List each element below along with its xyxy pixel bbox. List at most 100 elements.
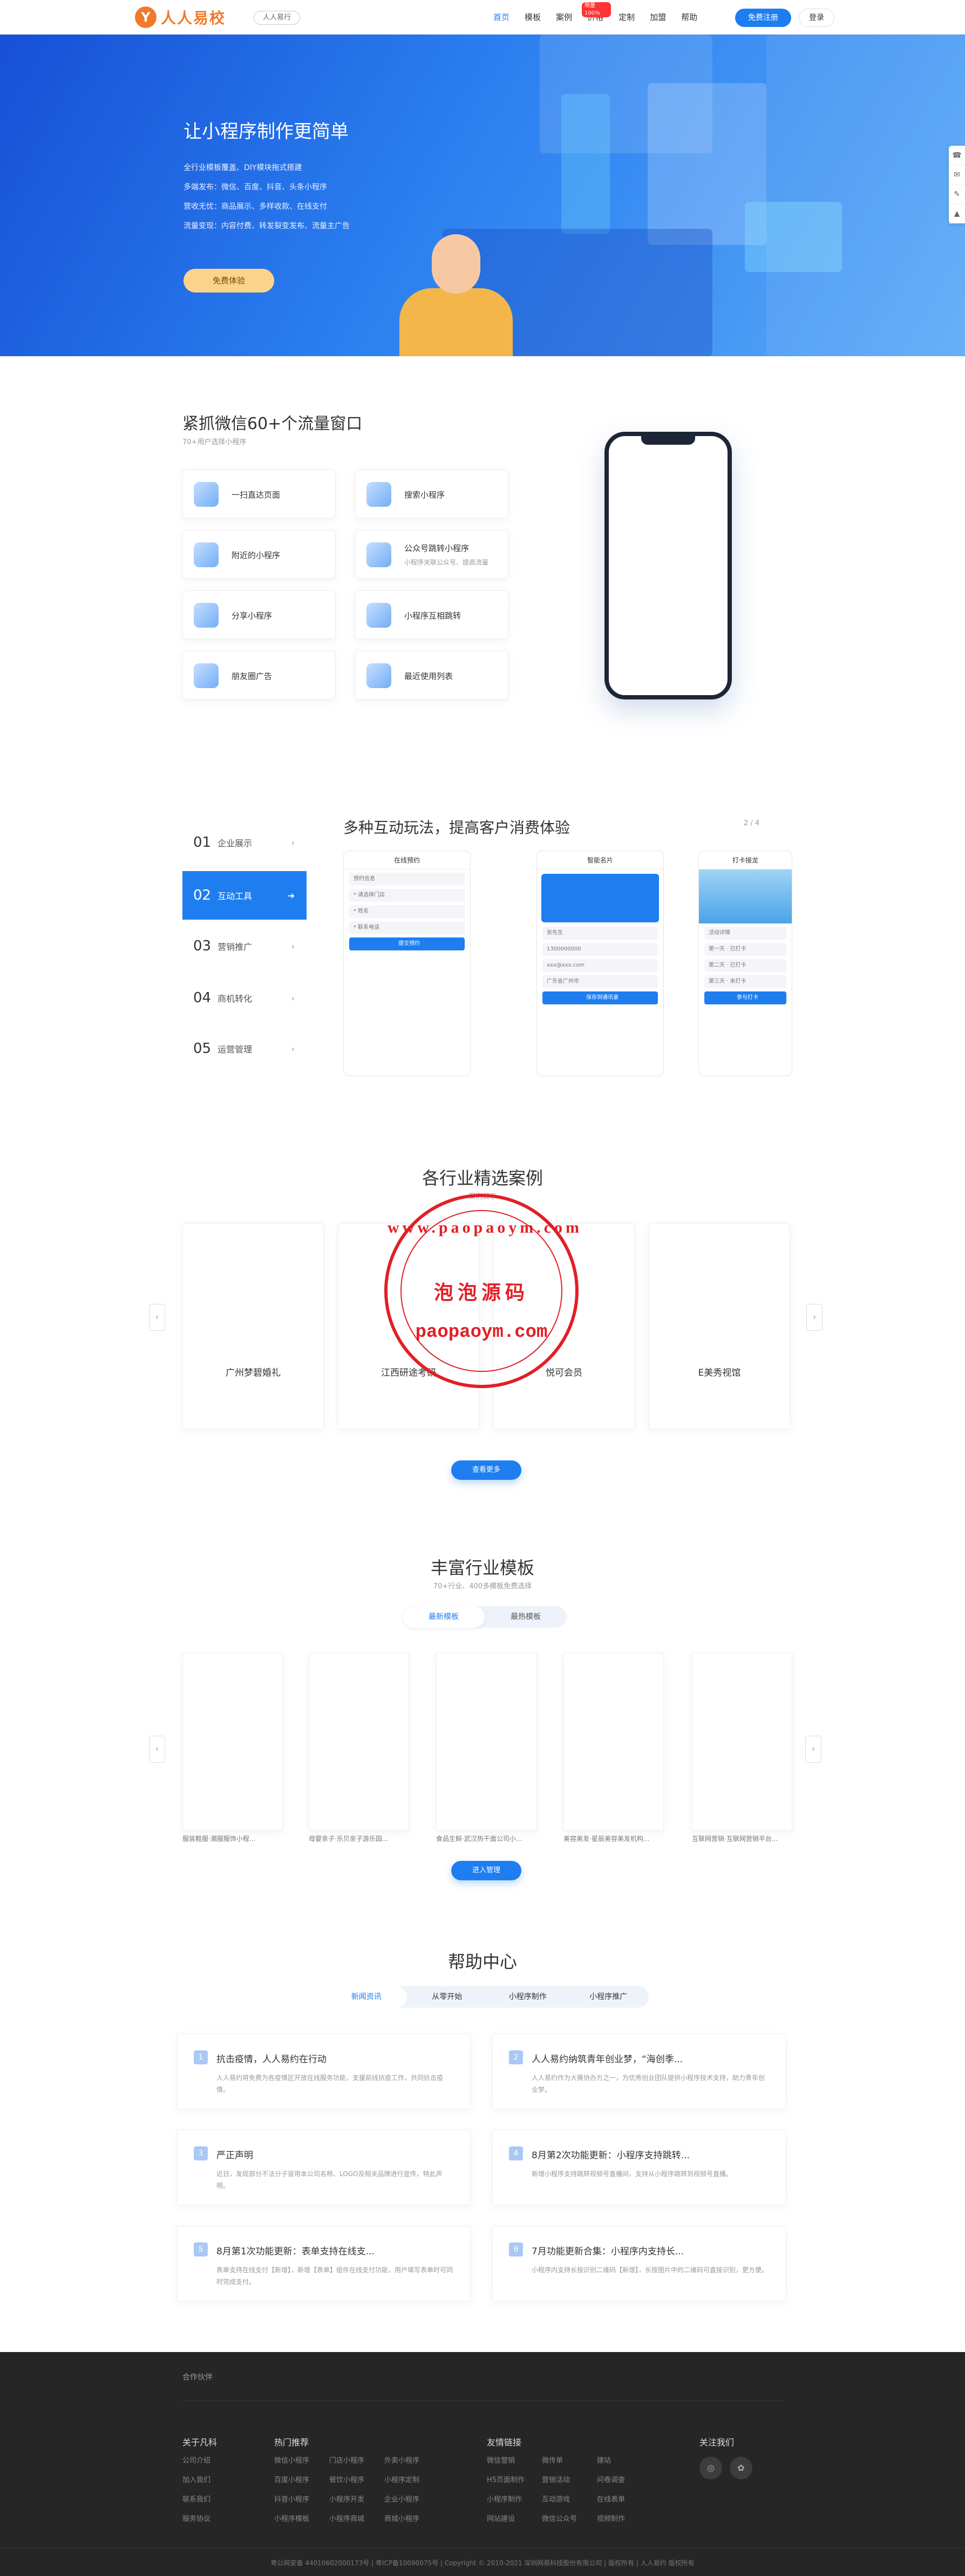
footer-link[interactable]: 建站 [597, 2455, 611, 2465]
footer-link[interactable]: 微传单 [542, 2455, 563, 2465]
footer-link[interactable]: 百度小程序 [274, 2474, 309, 2484]
help-article[interactable]: 3 严正声明 近日，发现部分不法分子冒用本公司名称、LOGO及相关品牌进行宣传，特此… [177, 2130, 471, 2205]
tab-miniprogram-promote[interactable]: 小程序推广 [568, 1986, 649, 2008]
footer-col-hot: 热门推荐 [274, 2437, 309, 2448]
footer-link[interactable]: 加入我们 [182, 2474, 210, 2484]
login-button[interactable]: 登录 [799, 9, 834, 27]
nav-item-price[interactable]: 价格 限量100% [580, 0, 611, 35]
template-card[interactable] [309, 1653, 409, 1831]
tab-miniprogram-make[interactable]: 小程序制作 [487, 1986, 568, 2008]
nav-item-custom[interactable]: 定制 [611, 0, 642, 35]
link-icon [366, 542, 391, 567]
help-article[interactable]: 1 抗击疫情，人人易约在行动 人人易约将免费为各疫情区开放在线服务功能，支援前线抗疫… [177, 2034, 471, 2109]
footer-link[interactable]: 商城小程序 [384, 2513, 419, 2523]
traffic-card-moments-ad[interactable]: 朋友圈广告 [182, 651, 336, 699]
template-card[interactable] [692, 1653, 792, 1831]
tab-news[interactable]: 新闻资讯 [326, 1986, 407, 2008]
help-article[interactable]: 4 8月第2次功能更新：小程序支持跳转... 新增小程序支持跳转视频号直播间，支持从… [492, 2130, 786, 2205]
traffic-card-scan[interactable]: 一扫直达页面 [182, 470, 336, 518]
traffic-card-search[interactable]: 搜索小程序 [355, 470, 508, 518]
case-card[interactable]: 广州梦碧婚礼 [182, 1223, 324, 1429]
chevron-right-icon: › [291, 941, 295, 951]
footer-link[interactable]: 服务协议 [182, 2513, 210, 2523]
card-subtitle: 小程序关联公众号、提高流量 [404, 559, 489, 566]
footer-link[interactable]: 微信营销 [487, 2455, 515, 2465]
article-title: 8月第1次功能更新：表单支持在线支... [216, 2246, 375, 2257]
tab-getting-started[interactable]: 从零开始 [407, 1986, 488, 2008]
footer-link[interactable]: H5页面制作 [487, 2474, 525, 2484]
shot-profile-banner [541, 874, 659, 922]
nav-item-cases[interactable]: 案例 [548, 0, 580, 35]
case-card[interactable]: 悦可会员 [493, 1223, 635, 1429]
footer-link[interactable]: 小程序定制 [384, 2474, 419, 2484]
footer-link[interactable]: 互动游戏 [542, 2493, 570, 2504]
cases-next-button[interactable]: › [806, 1304, 823, 1331]
tab-latest[interactable]: 最新模板 [403, 1606, 485, 1628]
shot-row: * 联系电话 [349, 921, 465, 934]
help-article[interactable]: 5 8月第1次功能更新：表单支持在线支... 表单支持在线支付【新增】，新增【表单】… [177, 2226, 471, 2301]
template-card[interactable] [182, 1653, 283, 1831]
footer-link[interactable]: 微信小程序 [274, 2455, 309, 2465]
edit-icon[interactable]: ✎ [949, 185, 965, 204]
templates-prev-button[interactable]: ‹ [149, 1736, 165, 1763]
traffic-card-share[interactable]: 分享小程序 [182, 590, 336, 639]
case-card[interactable]: 江西研途考研 [338, 1223, 479, 1429]
wechat-icon[interactable]: ◎ [699, 2457, 722, 2479]
tab-hottest[interactable]: 最热模板 [485, 1606, 567, 1628]
shot-button: 参与打卡 [704, 991, 786, 1004]
article-num: 1 [194, 2050, 208, 2064]
footer-link[interactable]: 抖音小程序 [274, 2493, 309, 2504]
help-article[interactable]: 6 7月功能更新合集：小程序内支持长... 小程序内支持长按识别二维码【新增】，长按… [492, 2226, 786, 2301]
enter-manage-button[interactable]: 进入管理 [451, 1861, 521, 1880]
register-button[interactable]: 免费注册 [735, 9, 791, 27]
article-title: 7月功能更新合集：小程序内支持长... [532, 2246, 684, 2257]
nav-item-templates[interactable]: 模板 [517, 0, 548, 35]
weibo-icon[interactable]: ✿ [730, 2457, 752, 2479]
cases-prev-button[interactable]: ‹ [149, 1304, 165, 1331]
footer-link[interactable]: 在线表单 [597, 2493, 625, 2504]
shot-header: 打卡接龙 [699, 851, 792, 869]
tab-operation[interactable]: 05 运营管理 › [182, 1024, 307, 1073]
footer-link[interactable]: 视频制作 [597, 2513, 625, 2523]
view-more-button[interactable]: 查看更多 [451, 1460, 521, 1480]
footer-link[interactable]: 小程序模板 [274, 2513, 309, 2523]
article-num: 4 [509, 2146, 523, 2160]
nav-item-join[interactable]: 加盟 [642, 0, 674, 35]
footer-link[interactable]: 公司介绍 [182, 2455, 210, 2465]
templates-next-button[interactable]: › [805, 1736, 821, 1763]
interact-pager[interactable]: 2 / 4 [744, 819, 759, 827]
phone-icon[interactable]: ☎ [949, 146, 965, 165]
template-card[interactable] [563, 1653, 664, 1831]
traffic-card-recent[interactable]: 最近使用列表 [355, 651, 508, 699]
footer-link[interactable]: 餐饮小程序 [329, 2474, 364, 2484]
footer-link[interactable]: 企业小程序 [384, 2493, 419, 2504]
case-card[interactable]: E美秀视馆 [649, 1223, 790, 1429]
traffic-card-nearby[interactable]: 附近的小程序 [182, 530, 336, 579]
free-trial-button[interactable]: 免费体验 [184, 269, 274, 293]
logo[interactable]: Y 人人易校 [135, 6, 226, 28]
footer-link[interactable]: 小程序商城 [329, 2513, 364, 2523]
template-name: 服装鞋服·潮服服饰小程... [182, 1835, 256, 1843]
footer-link[interactable]: 问卷调查 [597, 2474, 625, 2484]
template-card[interactable] [436, 1653, 536, 1831]
tab-conversion[interactable]: 04 商机转化 › [182, 974, 307, 1022]
nav-item-help[interactable]: 帮助 [674, 0, 705, 35]
footer-link[interactable]: 联系我们 [182, 2493, 210, 2504]
tab-enterprise[interactable]: 01 企业展示 › [182, 818, 307, 867]
nav-item-home[interactable]: 首页 [486, 0, 517, 35]
footer-link[interactable]: 网站建设 [487, 2513, 515, 2523]
footer-link[interactable]: 外卖小程序 [384, 2455, 419, 2465]
footer-link[interactable]: 小程序开发 [329, 2493, 364, 2504]
help-article[interactable]: 2 人人易约纳筑青年创业梦，“海创季... 人人易约作为大赛协办方之一，为优秀创业团… [492, 2034, 786, 2109]
footer-link[interactable]: 门店小程序 [329, 2455, 364, 2465]
footer-link[interactable]: 微信公众号 [542, 2513, 577, 2523]
mail-icon[interactable]: ✉ [949, 165, 965, 185]
traffic-card-jump[interactable]: 小程序互相跳转 [355, 590, 508, 639]
brand-pill[interactable]: 人人易行 [254, 11, 301, 25]
tab-marketing[interactable]: 03 营销推广 › [182, 922, 307, 970]
footer-link[interactable]: 小程序制作 [487, 2493, 522, 2504]
back-to-top-icon[interactable]: ▲ [949, 204, 965, 223]
tab-interactive-tools[interactable]: 02 互动工具 ➔ [182, 871, 307, 920]
traffic-card-official-account[interactable]: 公众号跳转小程序 小程序关联公众号、提高流量 [355, 530, 508, 579]
footer-link[interactable]: 营销活动 [542, 2474, 570, 2484]
